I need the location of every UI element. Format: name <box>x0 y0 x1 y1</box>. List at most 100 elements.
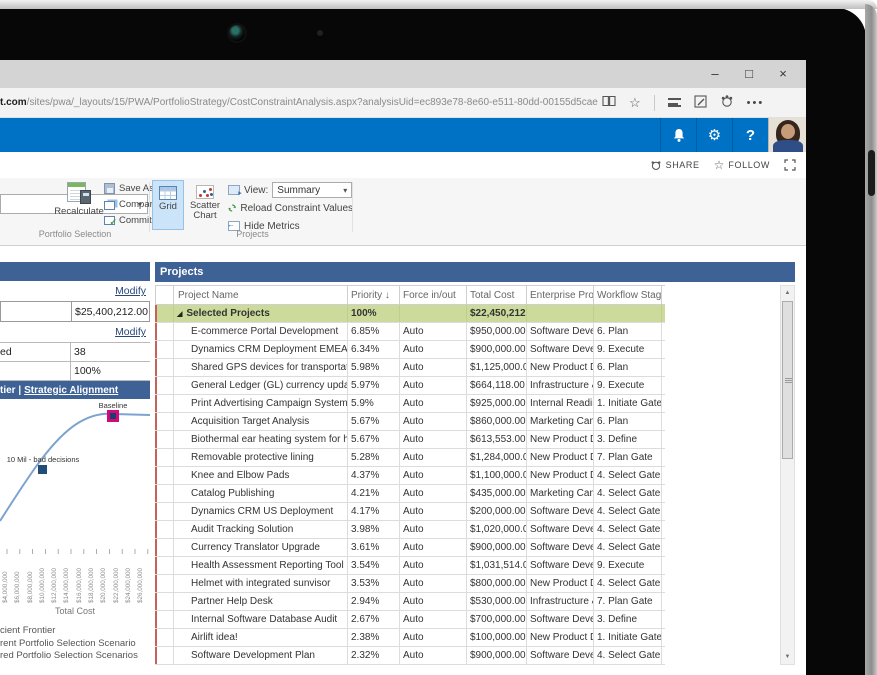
cell-force-inout[interactable]: Auto <box>400 431 467 448</box>
maximize-button[interactable]: □ <box>732 60 766 88</box>
cell-force-inout[interactable]: Auto <box>400 413 467 430</box>
cell-project-name[interactable]: Knee and Elbow Pads <box>174 467 348 484</box>
cell-force-inout[interactable]: Auto <box>400 359 467 376</box>
vertical-scrollbar[interactable]: ▲ ▼ <box>780 285 795 665</box>
focus-mode-icon[interactable] <box>784 159 796 171</box>
address-bar[interactable]: t.com/sites/pwa/_layouts/15/PWA/Portfoli… <box>0 88 806 118</box>
column-header-workflow-stage[interactable]: Workflow Stage <box>594 286 662 304</box>
table-row[interactable]: ◢ Selected Projects 100% $22,450,212 <box>155 305 665 323</box>
row-selector-cell[interactable] <box>155 359 174 376</box>
cell-project-name[interactable]: Audit Tracking Solution <box>174 521 348 538</box>
strategic-alignment-link[interactable]: Strategic Alignment <box>24 385 118 396</box>
column-header-enterprise-project-type[interactable]: Enterprise Proje <box>527 286 594 304</box>
cell-force-inout[interactable]: Auto <box>400 377 467 394</box>
row-selector-cell[interactable] <box>155 611 174 628</box>
cell-project-name[interactable]: Acquisition Target Analysis <box>174 413 348 430</box>
cell-force-inout[interactable]: Auto <box>400 539 467 556</box>
cell-force-inout[interactable]: Auto <box>400 341 467 358</box>
row-selector-cell[interactable] <box>155 629 174 646</box>
cell-project-name[interactable]: ◢ Selected Projects <box>174 305 348 322</box>
user-avatar[interactable] <box>768 118 806 152</box>
row-selector-cell[interactable] <box>155 341 174 358</box>
table-row[interactable]: General Ledger (GL) currency update 5.97… <box>155 377 665 395</box>
cell-force-inout[interactable]: Auto <box>400 611 467 628</box>
modify-link-2[interactable]: Modify <box>115 326 146 338</box>
row-selector-cell[interactable] <box>155 431 174 448</box>
close-button[interactable]: × <box>766 60 800 88</box>
table-row[interactable]: Dynamics CRM US Deployment 4.17% Auto $2… <box>155 503 665 521</box>
cell-project-name[interactable]: Removable protective lining <box>174 449 348 466</box>
view-dropdown[interactable]: Summary ▾ <box>272 182 353 198</box>
column-header-project-name[interactable]: Project Name <box>174 286 348 304</box>
row-selector-cell[interactable] <box>155 449 174 466</box>
cell-project-name[interactable]: Software Development Plan <box>174 647 348 664</box>
row-selector-cell[interactable] <box>155 557 174 574</box>
row-selector-cell[interactable] <box>155 503 174 520</box>
cell-force-inout[interactable]: Auto <box>400 575 467 592</box>
hub-icon[interactable] <box>667 98 681 107</box>
cell-project-name[interactable]: E-commerce Portal Development <box>174 323 348 340</box>
row-selector-cell[interactable] <box>155 413 174 430</box>
more-actions-icon[interactable]: ••• <box>747 97 765 109</box>
notifications-bell-icon[interactable] <box>660 118 696 152</box>
table-row[interactable]: Removable protective lining 5.28% Auto $… <box>155 449 665 467</box>
table-row[interactable]: Internal Software Database Audit 2.67% A… <box>155 611 665 629</box>
reload-constraint-values-button[interactable]: Reload Constraint Values <box>228 200 353 216</box>
table-row[interactable]: Print Advertising Campaign System 5.9% A… <box>155 395 665 413</box>
cell-force-inout[interactable]: Auto <box>400 395 467 412</box>
row-selector-cell[interactable] <box>155 521 174 538</box>
cell-force-inout[interactable]: Auto <box>400 503 467 520</box>
cell-force-inout[interactable]: Auto <box>400 521 467 538</box>
cell-force-inout[interactable]: Auto <box>400 593 467 610</box>
table-row[interactable]: Airlift idea! 2.38% Auto $100,000.00 New… <box>155 629 665 647</box>
table-row[interactable]: Catalog Publishing 4.21% Auto $435,000.0… <box>155 485 665 503</box>
cell-project-name[interactable]: Dynamics CRM Deployment EMEA <box>174 341 348 358</box>
grid-view-button[interactable]: Grid <box>152 180 184 230</box>
table-row[interactable]: Dynamics CRM Deployment EMEA 6.34% Auto … <box>155 341 665 359</box>
row-selector-cell[interactable] <box>155 647 174 664</box>
url-text[interactable]: t.com/sites/pwa/_layouts/15/PWA/Portfoli… <box>0 97 598 108</box>
cell-force-inout[interactable]: Auto <box>400 557 467 574</box>
row-selector-cell[interactable] <box>155 323 174 340</box>
cell-force-inout[interactable]: Auto <box>400 323 467 340</box>
column-header-force-inout[interactable]: Force in/out <box>400 286 467 304</box>
help-icon[interactable]: ? <box>732 118 768 152</box>
cell-project-name[interactable]: Print Advertising Campaign System <box>174 395 348 412</box>
column-header-priority[interactable]: Priority ↓ <box>348 286 400 304</box>
scrollbar-thumb[interactable] <box>782 301 793 459</box>
cell-force-inout[interactable]: Auto <box>400 485 467 502</box>
cell-project-name[interactable]: Partner Help Desk <box>174 593 348 610</box>
cell-project-name[interactable]: Shared GPS devices for transportation <box>174 359 348 376</box>
table-row[interactable]: Audit Tracking Solution 3.98% Auto $1,02… <box>155 521 665 539</box>
table-row[interactable]: Biothermal ear heating system for helm 5… <box>155 431 665 449</box>
row-selector-cell[interactable] <box>155 593 174 610</box>
web-note-icon[interactable] <box>694 94 707 111</box>
table-row[interactable]: Software Development Plan 2.32% Auto $90… <box>155 647 665 665</box>
cell-project-name[interactable]: Currency Translator Upgrade <box>174 539 348 556</box>
table-row[interactable]: Knee and Elbow Pads 4.37% Auto $1,100,00… <box>155 467 665 485</box>
cell-project-name[interactable]: Catalog Publishing <box>174 485 348 502</box>
row-selector-cell[interactable] <box>155 305 174 322</box>
minimize-button[interactable]: – <box>698 60 732 88</box>
column-header-total-cost[interactable]: Total Cost <box>467 286 527 304</box>
baseline-marker[interactable] <box>107 410 119 422</box>
follow-button[interactable]: ☆ FOLLOW <box>714 158 770 172</box>
cell-force-inout[interactable]: Auto <box>400 449 467 466</box>
table-row[interactable]: Partner Help Desk 2.94% Auto $530,000.00… <box>155 593 665 611</box>
row-selector-cell[interactable] <box>155 467 174 484</box>
row-selector-cell[interactable] <box>155 395 174 412</box>
cell-project-name[interactable]: Airlift idea! <box>174 629 348 646</box>
scroll-down-arrow-icon[interactable]: ▼ <box>781 650 794 664</box>
scroll-up-arrow-icon[interactable]: ▲ <box>781 286 794 300</box>
bad-decisions-marker[interactable] <box>38 465 47 474</box>
favorites-star-icon[interactable]: ☆ <box>629 95 641 111</box>
settings-gear-icon[interactable]: ⚙ <box>696 118 732 152</box>
cell-force-inout[interactable]: Auto <box>400 629 467 646</box>
row-selector-cell[interactable] <box>155 539 174 556</box>
table-row[interactable]: Currency Translator Upgrade 3.61% Auto $… <box>155 539 665 557</box>
cell-force-inout[interactable]: Auto <box>400 647 467 664</box>
cell-force-inout[interactable]: Auto <box>400 467 467 484</box>
row-selector-cell[interactable] <box>155 575 174 592</box>
share-button[interactable]: SHARE <box>650 159 700 171</box>
table-row[interactable]: Health Assessment Reporting Tool 3.54% A… <box>155 557 665 575</box>
